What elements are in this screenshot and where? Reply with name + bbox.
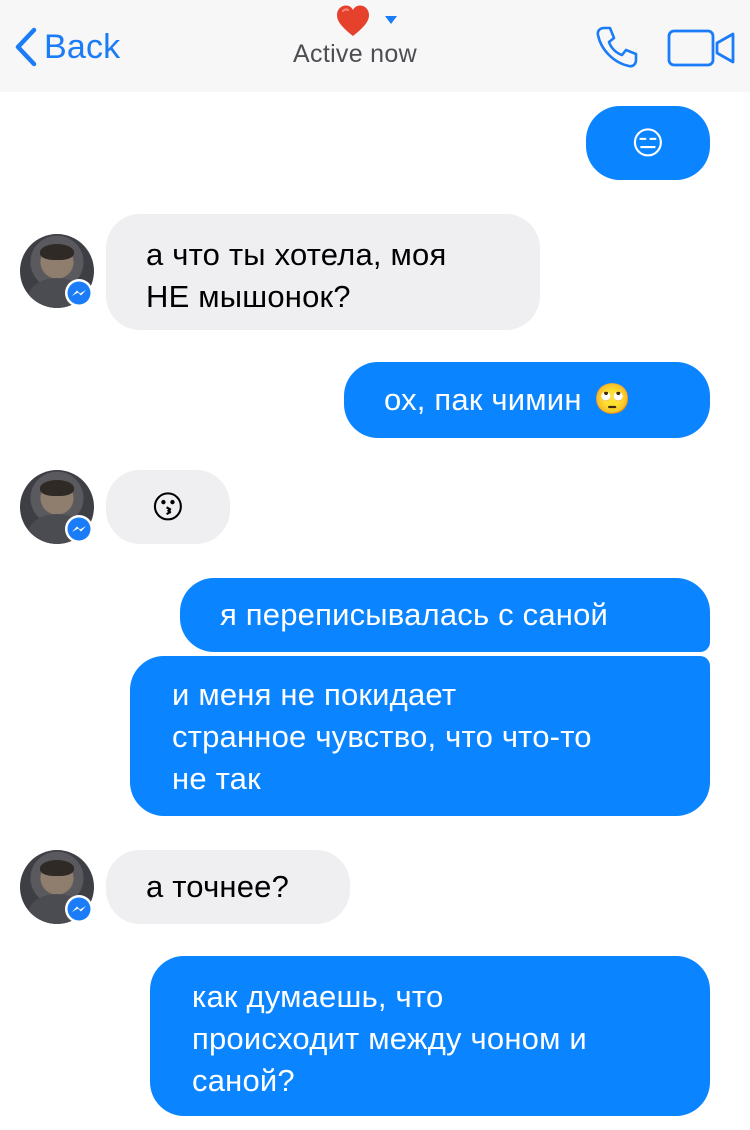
active-status: Active now — [293, 40, 417, 68]
message-bubble-outgoing[interactable]: как думаешь, что происходит между чоном … — [150, 956, 710, 1116]
message-text: как думаешь, что — [192, 979, 444, 1014]
contact-avatar[interactable] — [20, 850, 94, 924]
contact-avatar[interactable] — [20, 234, 94, 308]
message-text: а точнее? — [146, 869, 290, 904]
emoji: 😗 — [151, 489, 185, 525]
message-text: НЕ мышонок? — [146, 279, 351, 314]
message-text: я переписывалась с саной — [220, 597, 609, 632]
message-bubble-outgoing[interactable]: и меня не покидает странное чувство, что… — [130, 656, 710, 816]
caret-down-icon — [385, 16, 397, 24]
message-bubble-outgoing[interactable]: ох, пак чимин 🙄 — [344, 362, 710, 438]
chat-header: Back Active now — [0, 0, 750, 92]
message-bubble-incoming[interactable]: а что ты хотела, моя НЕ мышонок? — [106, 214, 540, 330]
messenger-badge-icon — [65, 895, 93, 923]
heart-icon — [337, 5, 369, 36]
phone-icon[interactable] — [594, 24, 640, 70]
message-text: не так — [172, 761, 261, 796]
chevron-left-icon — [15, 27, 37, 67]
message-bubble-incoming[interactable]: 😗 — [106, 470, 230, 544]
message-text: странное чувство, что что-то — [172, 719, 592, 754]
emoji: 🙄 — [593, 383, 632, 416]
message-text: саной? — [192, 1063, 295, 1098]
messenger-badge-icon — [65, 279, 93, 307]
back-button[interactable]: Back — [14, 24, 120, 70]
message-text: ох, пак чимин — [384, 382, 582, 417]
message-bubble-incoming[interactable]: а точнее? — [106, 850, 350, 924]
message-bubble-outgoing[interactable]: 😑 — [586, 106, 710, 180]
message-bubble-outgoing[interactable]: я переписывалась с саной — [180, 578, 710, 652]
emoji: 😑 — [631, 125, 665, 161]
contact-avatar[interactable] — [20, 470, 94, 544]
video-camera-icon[interactable] — [667, 28, 737, 68]
back-label: Back — [44, 27, 121, 66]
message-text: происходит между чоном и — [192, 1021, 587, 1056]
message-text: и меня не покидает — [172, 677, 457, 712]
messenger-badge-icon — [65, 515, 93, 543]
message-text: а что ты хотела, моя — [146, 237, 447, 272]
